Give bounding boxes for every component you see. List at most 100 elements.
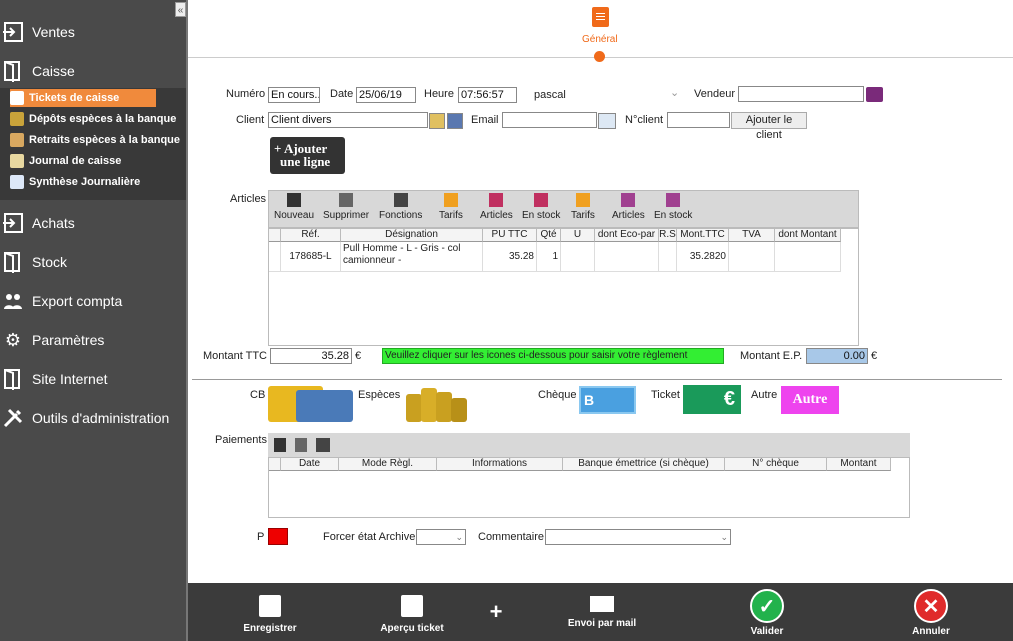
column-header[interactable]: Désignation [341, 229, 483, 242]
mail-icon [590, 596, 614, 612]
door-icon [1, 59, 25, 83]
main-panel: Général Numéro En cours... Date 25/06/19… [186, 0, 1013, 641]
vendeur-label: Vendeur [694, 88, 735, 100]
vendeur-field[interactable] [738, 86, 864, 102]
column-header[interactable]: Banque émettrice (si chèque) [563, 458, 725, 471]
column-header[interactable]: PU TTC [483, 229, 537, 242]
montant-ttc-field: 35.28 [270, 348, 352, 364]
nav-site-internet[interactable]: Site Internet [0, 365, 186, 393]
people-icon [1, 289, 25, 313]
articles-button-2[interactable]: Articles [612, 193, 645, 221]
fonctions-button[interactable]: Fonctions [379, 193, 422, 221]
ticket-restaurant-icon[interactable]: € [683, 385, 741, 414]
email-field[interactable] [502, 112, 597, 128]
sidebar: « Ventes Caisse Tickets de caisse Dépôts… [0, 0, 186, 641]
forcer-etat-label: Forcer état Archive [323, 531, 416, 543]
coins-icon[interactable] [406, 386, 478, 422]
column-header[interactable]: TVA [729, 229, 775, 242]
cheque-icon[interactable]: B [579, 386, 636, 414]
status-color-box[interactable] [268, 528, 288, 545]
nav-ventes[interactable]: Ventes [0, 18, 186, 46]
heure-field[interactable]: 07:56:57 [458, 87, 517, 103]
submenu-synthese-journaliere[interactable]: Synthèse Journalière [10, 173, 140, 191]
column-header[interactable]: dont Montant [775, 229, 841, 242]
submenu-journal-de-caisse[interactable]: Journal de caisse [10, 152, 121, 170]
nav-caisse[interactable]: Caisse [0, 57, 186, 85]
trash-icon[interactable] [295, 438, 307, 452]
cell-pu: 35.28 [483, 242, 537, 272]
plus-button[interactable]: + [484, 583, 508, 641]
binoculars-icon[interactable] [447, 113, 463, 129]
nav-label: Export compta [32, 293, 123, 309]
client-field[interactable]: Client divers [268, 112, 428, 128]
cell-rs [659, 242, 677, 272]
cancel-button[interactable]: ✕ Annuler [908, 583, 954, 641]
boxes-icon [621, 193, 636, 207]
paiements-label: Paiements [215, 434, 267, 446]
trash-icon [339, 193, 354, 207]
client-label: Client [236, 114, 265, 126]
column-header[interactable]: Mont.TTC [677, 229, 729, 242]
autre-payment-button[interactable]: Autre [781, 386, 839, 414]
settings-icon[interactable] [316, 438, 330, 452]
paiements-grid: Date Mode Règl. Informations Banque émet… [268, 457, 910, 518]
nav-stock[interactable]: Stock [0, 248, 186, 276]
nouveau-button[interactable]: Nouveau [274, 193, 314, 221]
column-header[interactable]: Date [281, 458, 339, 471]
supprimer-button[interactable]: Supprimer [323, 193, 369, 221]
date-label: Date [330, 88, 354, 100]
add-line-button[interactable]: + Ajouter une ligne [270, 137, 345, 174]
nav-label: Achats [32, 215, 75, 231]
cell-designation[interactable]: Pull Homme - L - Gris - col camionneur - [341, 242, 483, 272]
nav-outils-administration[interactable]: Outils d'administration [0, 404, 186, 432]
ticket-label: Ticket [651, 389, 680, 401]
collapse-sidebar-button[interactable]: « [175, 2, 186, 17]
cell-qte[interactable]: 1 [537, 242, 561, 272]
chevron-down-icon[interactable]: ⌄ [670, 86, 679, 99]
send-mail-button[interactable]: Envoi par mail [564, 583, 640, 641]
nav-export-compta[interactable]: Export compta [0, 287, 186, 315]
column-header[interactable]: Montant [827, 458, 891, 471]
submenu-retraits-especes[interactable]: Retraits espèces à la banque [10, 131, 180, 149]
submenu-tickets-de-caisse[interactable]: Tickets de caisse [10, 89, 156, 107]
print-preview-button[interactable]: Aperçu ticket [376, 583, 448, 641]
nclient-label: N°client [625, 114, 664, 126]
save-button[interactable]: Enregistrer [240, 583, 300, 641]
mail-icon[interactable] [598, 113, 616, 129]
nav-parametres[interactable]: ⚙ Paramètres [0, 326, 186, 354]
journal-icon [10, 154, 24, 168]
numero-field[interactable]: En cours... [268, 87, 320, 103]
column-header[interactable]: dont Eco-par [595, 229, 659, 242]
document-icon[interactable] [592, 7, 609, 27]
currency-label: € [355, 350, 362, 362]
commentaire-select[interactable]: ⌄ [545, 529, 731, 545]
tarifs-button-2[interactable]: Tarifs [571, 193, 595, 221]
forcer-etat-select[interactable]: ⌄ [416, 529, 466, 545]
column-header[interactable]: Qté [537, 229, 561, 242]
en-stock-button-2[interactable]: En stock [654, 193, 692, 221]
column-header[interactable]: Informations [437, 458, 563, 471]
tarifs-button[interactable]: Tarifs [439, 193, 463, 221]
nav-achats[interactable]: Achats [0, 209, 186, 237]
date-field[interactable]: 25/06/19 [356, 87, 416, 103]
euro-icon [575, 193, 590, 207]
book-icon[interactable] [866, 87, 883, 102]
nav-label: Stock [32, 254, 68, 270]
column-header[interactable]: Mode Règl. [339, 458, 437, 471]
column-header[interactable]: R.S [659, 229, 677, 242]
nclient-field[interactable] [667, 112, 730, 128]
column-header[interactable]: Réf. [281, 229, 341, 242]
validate-button[interactable]: ✓ Valider [744, 583, 790, 641]
column-header[interactable]: U [561, 229, 595, 242]
column-header[interactable]: N° chèque [725, 458, 827, 471]
add-payment-icon[interactable] [274, 438, 286, 452]
submenu-depots-especes[interactable]: Dépôts espèces à la banque [10, 110, 176, 128]
credit-card-icon[interactable] [268, 386, 353, 424]
articles-button[interactable]: Articles [480, 193, 513, 221]
commentaire-label: Commentaire [478, 531, 545, 543]
divider [192, 379, 1002, 380]
client-search-icon[interactable] [429, 113, 445, 129]
add-client-button[interactable]: Ajouter le client [731, 112, 807, 141]
tab-general[interactable]: Général [582, 34, 618, 45]
en-stock-button[interactable]: En stock [522, 193, 560, 221]
